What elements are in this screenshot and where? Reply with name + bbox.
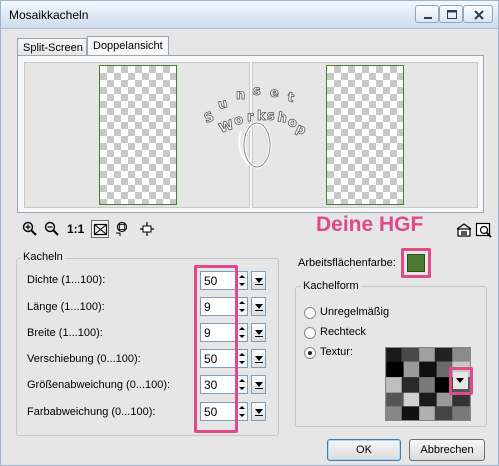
actual-size-button[interactable]: 1:1 (67, 222, 84, 236)
radio-textur-label: Textur: (320, 346, 354, 358)
close-icon (474, 10, 484, 20)
ok-button[interactable]: OK (327, 439, 401, 461)
highlight-swatch-box (401, 248, 431, 278)
svg-text:s: s (253, 84, 261, 99)
fit-window-button[interactable] (91, 220, 109, 238)
dichte-label: Dichte (1...100): (27, 274, 106, 286)
laenge-dropdown[interactable] (251, 297, 266, 316)
farbabweichung-label: Farbabweichung (0...100): (27, 406, 156, 418)
radio-unregelmaessig-label: Unregelmäßig (320, 306, 390, 318)
highlight-texture-dropdown-box (449, 367, 473, 395)
tab-doppelansicht[interactable]: Doppelansicht (87, 36, 169, 57)
cancel-button[interactable]: Abbrechen (409, 439, 485, 461)
kachelform-group-title: Kachelform (301, 280, 361, 292)
close-button[interactable] (463, 5, 493, 23)
pan-button[interactable] (138, 220, 156, 238)
after-preview-image (326, 65, 404, 205)
zoom-in-button[interactable] (21, 220, 39, 238)
zoom-in-icon (22, 221, 37, 236)
arbeitsflaechenfarbe-label: Arbeitsflächenfarbe: (298, 257, 396, 269)
annotation-text: Deine HGF (316, 213, 424, 236)
minimize-icon (424, 17, 432, 19)
svg-text:o: o (233, 112, 245, 129)
pan-icon (140, 222, 154, 236)
maximize-button[interactable] (439, 5, 463, 23)
kacheln-group-title: Kacheln (21, 251, 65, 263)
fit-window-icon (93, 223, 108, 236)
highlight-values-box (194, 265, 238, 433)
radio-unregelmaessig-circle[interactable] (304, 307, 316, 319)
radio-rechteck-circle[interactable] (304, 327, 316, 339)
svg-text:e: e (270, 86, 279, 101)
title-bar: Mosaikkacheln (1, 1, 498, 29)
zoom-region-button[interactable] (114, 220, 132, 238)
groessenabweichung-label: Größenabweichung (0...100): (27, 379, 171, 391)
zoom-out-icon (44, 221, 59, 236)
maximize-icon (447, 10, 457, 19)
laenge-label: Länge (1...100): (27, 301, 105, 313)
proof-button[interactable] (455, 221, 473, 239)
dialog-window: Mosaikkacheln Split-Screen Doppelansicht… (0, 0, 499, 466)
svg-text:n: n (236, 88, 245, 103)
dichte-dropdown[interactable] (251, 271, 266, 290)
verschiebung-dropdown[interactable] (251, 349, 266, 368)
breite-label: Breite (1...100): (27, 327, 103, 339)
zoom-region-icon (116, 221, 128, 236)
zoom-out-button[interactable] (43, 220, 61, 238)
svg-text:s: s (267, 109, 275, 124)
before-preview-image (99, 65, 177, 205)
verschiebung-label: Verschiebung (0...100): (27, 353, 141, 365)
preview-on-image-button[interactable] (475, 221, 493, 239)
groessenabweichung-dropdown[interactable] (251, 375, 266, 394)
farbabweichung-dropdown[interactable] (251, 402, 266, 421)
preview-on-image-icon (475, 222, 492, 238)
window-title: Mosaikkacheln (9, 8, 89, 22)
radio-textur-circle[interactable] (304, 347, 316, 359)
proof-icon (456, 223, 472, 237)
tab-split-screen[interactable]: Split-Screen (17, 38, 87, 56)
svg-text:W: W (217, 118, 236, 137)
svg-text:t: t (286, 90, 295, 106)
breite-dropdown[interactable] (251, 323, 266, 342)
minimize-button[interactable] (415, 5, 439, 23)
svg-text:u: u (217, 96, 229, 113)
svg-text:S: S (202, 109, 216, 126)
radio-rechteck-label: Rechteck (320, 326, 366, 338)
watermark-logo: S u n s e t W o r k s h o p (202, 84, 309, 169)
